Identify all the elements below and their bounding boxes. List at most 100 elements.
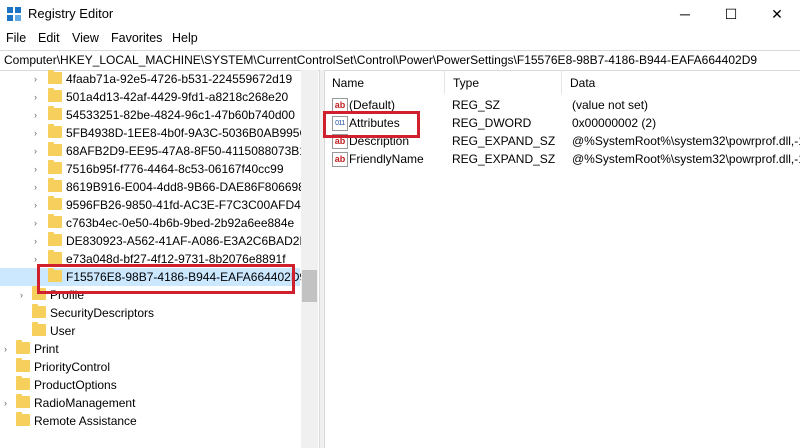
address-path[interactable]: Computer\HKEY_LOCAL_MACHINE\SYSTEM\Curre…	[4, 53, 757, 67]
close-icon: ✕	[771, 5, 783, 22]
tree-item[interactable]: › 9596FB26-9850-41fd-AC3E-F7C3C00AFD4B	[0, 196, 309, 214]
folder-icon	[16, 412, 30, 426]
value-data: (value not set)	[572, 98, 649, 112]
expand-icon[interactable]: ›	[34, 164, 42, 174]
tree-item-label: User	[50, 324, 76, 338]
column-header-data[interactable]: Data	[562, 70, 800, 94]
expand-icon[interactable]: ›	[34, 146, 42, 156]
value-data: @%SystemRoot%\system32\powrprof.dll,-1	[572, 152, 800, 166]
folder-icon	[48, 88, 62, 102]
minimize-button[interactable]: ─	[662, 0, 708, 28]
column-header-name[interactable]: Name	[324, 70, 445, 94]
highlight-box-attributes	[323, 111, 420, 138]
tree-item[interactable]: SecurityDescriptors	[0, 304, 300, 322]
expand-icon[interactable]: ›	[4, 398, 12, 408]
tree-item[interactable]: PriorityControl	[0, 358, 300, 376]
menu-file[interactable]: File	[6, 31, 26, 45]
folder-icon	[16, 376, 30, 390]
tree-item[interactable]: Remote Assistance	[0, 412, 300, 430]
tree-item-label: 68AFB2D9-EE95-47A8-8F50-4115088073B1	[66, 144, 306, 158]
tree-item-label: Remote Assistance	[34, 414, 137, 428]
expand-icon[interactable]: ›	[34, 92, 42, 102]
tree-item[interactable]: › 5FB4938D-1EE8-4b0f-9A3C-5036B0AB995C	[0, 124, 308, 142]
folder-icon	[16, 394, 30, 408]
list-item[interactable]: ab FriendlyName REG_EXPAND_SZ @%SystemRo…	[324, 150, 800, 168]
folder-icon	[48, 232, 62, 246]
tree-item[interactable]: › 4faab71a-92e5-4726-b531-224559672d19	[0, 70, 300, 88]
tree-scrollbar-thumb[interactable]	[302, 270, 317, 302]
expand-icon[interactable]: ›	[34, 110, 42, 120]
folder-icon	[48, 142, 62, 156]
tree-item-label: ProductOptions	[34, 378, 117, 392]
folder-icon	[48, 160, 62, 174]
value-type: REG_EXPAND_SZ	[452, 152, 556, 166]
value-type: REG_SZ	[452, 98, 501, 112]
expand-icon[interactable]: ›	[4, 344, 12, 354]
menu-favorites[interactable]: Favorites	[111, 31, 162, 45]
folder-icon	[48, 196, 62, 210]
tree-item[interactable]: › c763b4ec-0e50-4b6b-9bed-2b92a6ee884e	[0, 214, 300, 232]
address-bar[interactable]: Computer\HKEY_LOCAL_MACHINE\SYSTEM\Curre…	[0, 50, 800, 71]
folder-icon	[16, 358, 30, 372]
value-name: (Default)	[349, 98, 396, 112]
highlight-box-selected-key	[37, 264, 295, 294]
registry-editor-icon	[7, 7, 21, 21]
tree-item-label: 5FB4938D-1EE8-4b0f-9A3C-5036B0AB995C	[66, 126, 309, 140]
expand-icon[interactable]: ›	[34, 200, 42, 210]
tree-item-label: c763b4ec-0e50-4b6b-9bed-2b92a6ee884e	[66, 216, 295, 230]
tree-item-label: 7516b95f-f776-4464-8c53-06167f40cc99	[66, 162, 284, 176]
folder-icon	[48, 250, 62, 264]
folder-icon	[48, 214, 62, 228]
maximize-icon: ☐	[724, 5, 738, 22]
folder-icon	[48, 70, 62, 84]
tree-item-label: DE830923-A562-41AF-A086-E3A2C6BAD2DA	[66, 234, 317, 248]
tree-item[interactable]: › 7516b95f-f776-4464-8c53-06167f40cc99	[0, 160, 300, 178]
tree-item-label: 8619B916-E004-4dd8-9B66-DAE86F806698	[66, 180, 305, 194]
expand-icon[interactable]: ›	[34, 74, 42, 84]
tree-item[interactable]: › Print	[0, 340, 300, 358]
expand-icon[interactable]: ›	[34, 182, 42, 192]
maximize-button[interactable]: ☐	[708, 0, 754, 28]
tree-item[interactable]: › 501a4d13-42af-4429-9fd1-a8218c268e20	[0, 88, 300, 106]
tree-item[interactable]: › RadioManagement	[0, 394, 300, 412]
tree-item-label: Print	[34, 342, 59, 356]
key-tree[interactable]: › 4faab71a-92e5-4726-b531-224559672d19 ›…	[0, 70, 318, 448]
value-name: FriendlyName	[349, 152, 424, 166]
column-header-type[interactable]: Type	[445, 70, 562, 94]
expand-icon[interactable]: ›	[34, 128, 42, 138]
menu-edit[interactable]: Edit	[38, 31, 60, 45]
folder-icon	[48, 106, 62, 120]
tree-item-label: 501a4d13-42af-4429-9fd1-a8218c268e20	[66, 90, 289, 104]
expand-icon[interactable]: ›	[34, 236, 42, 246]
tree-item[interactable]: › DE830923-A562-41AF-A086-E3A2C6BAD2DA	[0, 232, 316, 250]
tree-item-label: 54533251-82be-4824-96c1-47b60b740d00	[66, 108, 295, 122]
tree-item[interactable]: User	[0, 322, 300, 340]
folder-icon	[48, 178, 62, 192]
value-type: REG_DWORD	[452, 116, 532, 130]
folder-icon	[48, 124, 62, 138]
value-type: REG_EXPAND_SZ	[452, 134, 556, 148]
folder-icon	[16, 340, 30, 354]
tree-item[interactable]: › 8619B916-E004-4dd8-9B66-DAE86F806698	[0, 178, 305, 196]
title-bar: Registry Editor ─ ☐ ✕	[0, 0, 800, 28]
tree-item[interactable]: › 68AFB2D9-EE95-47A8-8F50-4115088073B1	[0, 142, 306, 160]
expand-icon[interactable]: ›	[34, 254, 42, 264]
minimize-icon: ─	[680, 6, 690, 22]
folder-icon	[32, 304, 46, 318]
tree-item[interactable]: › 54533251-82be-4824-96c1-47b60b740d00	[0, 106, 300, 124]
tree-scrollbar[interactable]	[301, 70, 318, 448]
expand-icon[interactable]: ›	[20, 290, 28, 300]
close-button[interactable]: ✕	[754, 0, 800, 28]
tree-item-label: 4faab71a-92e5-4726-b531-224559672d19	[66, 72, 293, 86]
menu-view[interactable]: View	[72, 31, 99, 45]
tree-item-label: 9596FB26-9850-41fd-AC3E-F7C3C00AFD4B	[66, 198, 309, 212]
menu-bar: File Edit View Favorites Help	[0, 29, 800, 49]
value-data: @%SystemRoot%\system32\powrprof.dll,-1	[572, 134, 800, 148]
folder-icon	[32, 322, 46, 336]
expand-icon[interactable]: ›	[34, 218, 42, 228]
string-value-icon: ab	[332, 152, 348, 167]
tree-item-label: RadioManagement	[34, 396, 136, 410]
menu-help[interactable]: Help	[172, 31, 198, 45]
tree-item-label: SecurityDescriptors	[50, 306, 155, 320]
tree-item[interactable]: ProductOptions	[0, 376, 300, 394]
